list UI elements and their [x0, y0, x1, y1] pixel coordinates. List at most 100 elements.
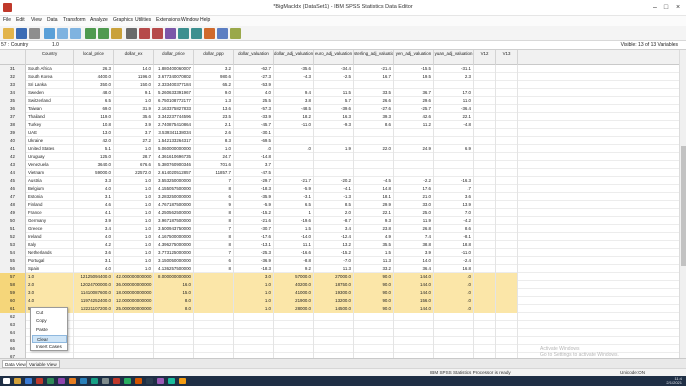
table-cell[interactable]: 1.5	[354, 249, 394, 257]
table-cell[interactable]: 10.8	[74, 121, 114, 129]
table-cell[interactable]	[496, 201, 518, 209]
close-icon[interactable]: ×	[673, 3, 683, 12]
table-cell[interactable]	[474, 249, 496, 257]
table-cell[interactable]: 3.150050000000	[154, 257, 194, 265]
table-cell[interactable]	[314, 345, 354, 353]
row-number[interactable]: 43	[0, 161, 26, 169]
table-cell[interactable]	[496, 185, 518, 193]
table-cell[interactable]: 33.0	[394, 201, 434, 209]
table-cell[interactable]: -8.8	[274, 257, 314, 265]
table-cell[interactable]	[394, 313, 434, 321]
table-cell[interactable]: -47.5	[234, 169, 274, 177]
table-cell[interactable]: 2.6	[194, 129, 234, 137]
table-cell[interactable]: -14.0	[274, 233, 314, 241]
table-cell[interactable]: -57.3	[234, 105, 274, 113]
table-cell[interactable]: 7	[194, 249, 234, 257]
table-cell[interactable]: 11857.7	[194, 169, 234, 177]
table-cell[interactable]: 11.9	[394, 217, 434, 225]
table-cell[interactable]: 8.5	[314, 201, 354, 209]
row-number[interactable]: 45	[0, 177, 26, 185]
table-cell[interactable]: 57000.0	[274, 273, 314, 281]
table-cell[interactable]: -18.3	[234, 265, 274, 273]
row-number[interactable]: 64	[0, 329, 26, 337]
table-cell[interactable]	[114, 345, 154, 353]
table-cell[interactable]: 1	[274, 209, 314, 217]
table-cell[interactable]	[394, 153, 434, 161]
table-cell[interactable]	[496, 257, 518, 265]
table-cell[interactable]: -25.7	[394, 105, 434, 113]
table-cell[interactable]: 4.6	[74, 201, 114, 209]
table-cell[interactable]	[474, 337, 496, 345]
app-taskbar-icon-8[interactable]	[124, 378, 131, 384]
table-cell[interactable]	[234, 313, 274, 321]
table-cell[interactable]: 7	[194, 225, 234, 233]
insert-variable-icon[interactable]	[152, 28, 163, 39]
taskbar-clock[interactable]: 11:4 2/1/2021	[666, 377, 682, 385]
table-cell[interactable]: -16.6	[274, 249, 314, 257]
table-cell[interactable]: 23.8	[354, 225, 394, 233]
menu-graphics[interactable]: Graphics	[113, 17, 133, 23]
table-cell[interactable]	[234, 329, 274, 337]
table-cell[interactable]: 18.1	[354, 193, 394, 201]
table-cell[interactable]: 8	[194, 265, 234, 273]
table-cell[interactable]	[474, 281, 496, 289]
row-number[interactable]: 44	[0, 169, 26, 177]
table-cell[interactable]	[74, 329, 114, 337]
table-cell[interactable]: .0	[274, 145, 314, 153]
table-cell[interactable]: -14.8	[234, 153, 274, 161]
table-cell[interactable]: 4.167500000000	[154, 233, 194, 241]
table-cell[interactable]: .0	[434, 281, 474, 289]
weight-cases-icon[interactable]	[178, 28, 189, 39]
table-cell[interactable]	[354, 129, 394, 137]
table-cell[interactable]: 3640.0	[74, 161, 114, 169]
table-cell[interactable]	[496, 321, 518, 329]
app-taskbar-icon-10[interactable]	[146, 378, 153, 384]
table-cell[interactable]	[496, 233, 518, 241]
value-labels-icon[interactable]	[204, 28, 215, 39]
table-cell[interactable]	[354, 337, 394, 345]
table-cell[interactable]	[474, 137, 496, 145]
table-cell[interactable]	[496, 193, 518, 201]
file-explorer-icon[interactable]	[14, 378, 21, 384]
table-cell[interactable]: 4.767187500000	[154, 201, 194, 209]
table-cell[interactable]	[474, 273, 496, 281]
table-cell[interactable]: 3.1	[74, 257, 114, 265]
table-cell[interactable]	[474, 97, 496, 105]
table-cell[interactable]: Ukraine	[26, 137, 74, 145]
table-cell[interactable]: 2.1	[194, 121, 234, 129]
table-cell[interactable]	[496, 161, 518, 169]
app-taskbar-icon-6[interactable]	[102, 378, 109, 384]
recall-dialog-icon[interactable]	[44, 28, 55, 39]
table-cell[interactable]	[274, 161, 314, 169]
table-cell[interactable]	[474, 241, 496, 249]
table-cell[interactable]: -27.6	[354, 105, 394, 113]
table-cell[interactable]: Turkey	[26, 121, 74, 129]
table-cell[interactable]: 12024700000.0	[74, 281, 114, 289]
table-cell[interactable]	[474, 105, 496, 113]
table-cell[interactable]	[434, 329, 474, 337]
table-cell[interactable]: -48.5	[274, 105, 314, 113]
table-cell[interactable]	[194, 345, 234, 353]
table-cell[interactable]: 6.9	[434, 145, 474, 153]
column-header[interactable]: dollar_ex	[114, 50, 154, 65]
table-cell[interactable]: 33.5	[354, 89, 394, 97]
windows-start-icon[interactable]	[3, 378, 10, 384]
table-cell[interactable]: -35.6	[274, 65, 314, 73]
table-cell[interactable]	[354, 81, 394, 89]
select-cases-icon[interactable]	[191, 28, 202, 39]
table-cell[interactable]	[496, 145, 518, 153]
table-cell[interactable]: 4.250562500000	[154, 209, 194, 217]
table-cell[interactable]: 1.0	[234, 305, 274, 313]
table-cell[interactable]: 13.9	[434, 201, 474, 209]
table-cell[interactable]: 3.500943750000	[154, 225, 194, 233]
table-cell[interactable]	[354, 345, 394, 353]
row-number[interactable]: 65	[0, 337, 26, 345]
table-cell[interactable]	[474, 113, 496, 121]
table-cell[interactable]: 3.9	[114, 121, 154, 129]
table-cell[interactable]: 1.0	[26, 273, 74, 281]
table-cell[interactable]: 11.3	[314, 265, 354, 273]
table-cell[interactable]	[474, 201, 496, 209]
table-cell[interactable]: 7.0	[434, 209, 474, 217]
save-icon[interactable]	[16, 28, 27, 39]
variables-icon[interactable]	[111, 28, 122, 39]
